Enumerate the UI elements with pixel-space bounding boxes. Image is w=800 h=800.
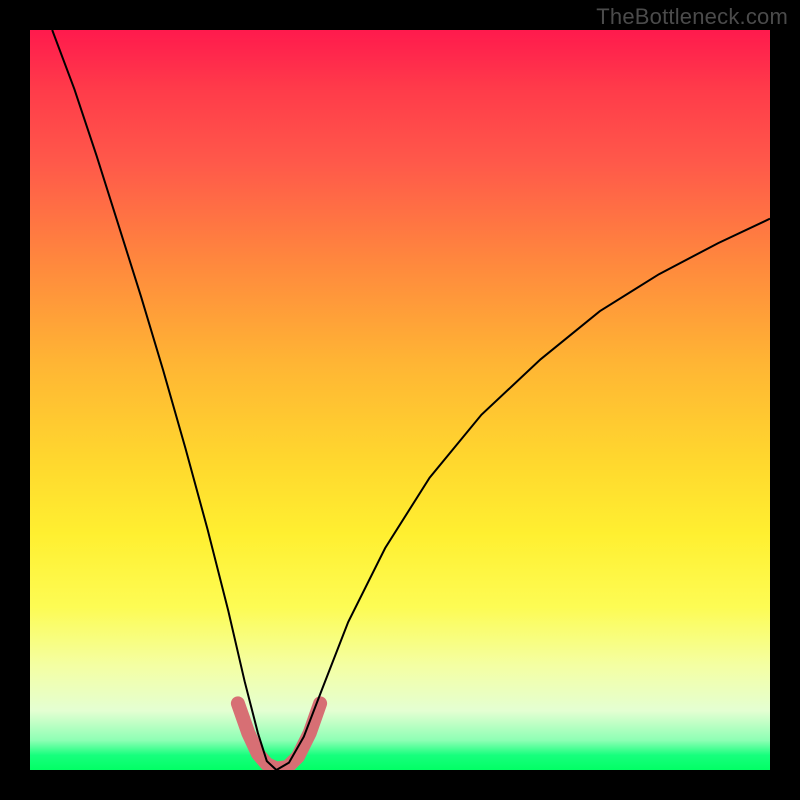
bottleneck-curve-left-path [52,30,276,770]
plot-area [30,30,770,770]
trough-marker-path [238,703,320,768]
chart-frame: TheBottleneck.com [0,0,800,800]
bottleneck-curve-right-path [276,219,770,770]
watermark-text: TheBottleneck.com [596,4,788,30]
curve-layer [30,30,770,770]
